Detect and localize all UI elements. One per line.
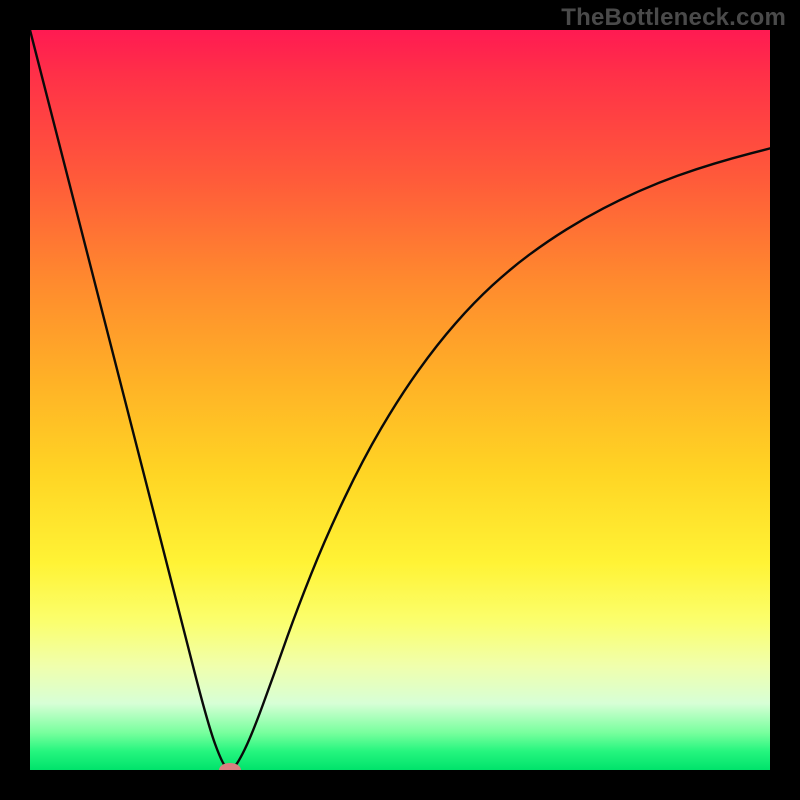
optimum-marker bbox=[219, 763, 241, 770]
plot-area bbox=[30, 30, 770, 770]
chart-frame: TheBottleneck.com bbox=[0, 0, 800, 800]
bottleneck-curve bbox=[30, 30, 770, 770]
watermark-text: TheBottleneck.com bbox=[561, 4, 786, 32]
